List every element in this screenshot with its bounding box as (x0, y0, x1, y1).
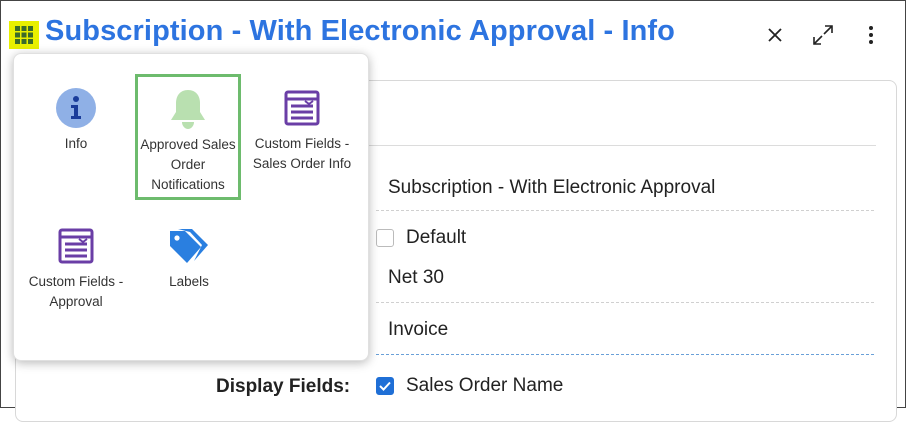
sales-order-name-row[interactable]: Sales Order Name (376, 375, 874, 397)
more-vertical-icon[interactable] (859, 23, 883, 47)
tile-label: Info (64, 136, 88, 151)
default-checkbox-row[interactable]: Default (376, 223, 874, 253)
divider (366, 145, 876, 146)
sales-order-name-checkbox[interactable] (376, 377, 394, 395)
page-title: Subscription - With Electronic Approval … (45, 15, 675, 47)
form-icon (248, 86, 356, 130)
type-field[interactable]: Invoice (376, 319, 874, 355)
tile-label: Custom Fields - Approval (28, 274, 124, 309)
expand-icon[interactable] (811, 23, 835, 47)
tile-label: Custom Fields - Sales Order Info (252, 136, 352, 171)
display-fields-label: Display Fields: (216, 376, 351, 397)
form-icon (22, 224, 130, 268)
default-label: Default (406, 227, 467, 248)
close-icon[interactable] (763, 23, 787, 47)
tile-labels[interactable]: Labels (135, 224, 243, 292)
name-field[interactable]: Subscription - With Electronic Approval (376, 177, 874, 211)
terms-field[interactable]: Net 30 (376, 267, 874, 303)
grid-icon[interactable] (9, 21, 39, 49)
tile-label: Approved Sales Order Notifications (140, 137, 236, 192)
tile-approved-sales-order-notifications[interactable]: Approved Sales Order Notifications (135, 74, 241, 200)
tile-custom-fields-sales-order-info[interactable]: Custom Fields - Sales Order Info (248, 86, 356, 174)
sales-order-name-label: Sales Order Name (406, 375, 564, 396)
bell-icon (138, 87, 238, 131)
default-checkbox[interactable] (376, 229, 394, 247)
tile-custom-fields-approval[interactable]: Custom Fields - Approval (22, 224, 130, 312)
navigation-popup: Info Approved Sales Order Notifications … (13, 53, 369, 361)
tile-label: Labels (169, 274, 209, 289)
info-icon (22, 86, 130, 130)
tile-info[interactable]: Info (22, 86, 130, 154)
tags-icon (135, 224, 243, 268)
